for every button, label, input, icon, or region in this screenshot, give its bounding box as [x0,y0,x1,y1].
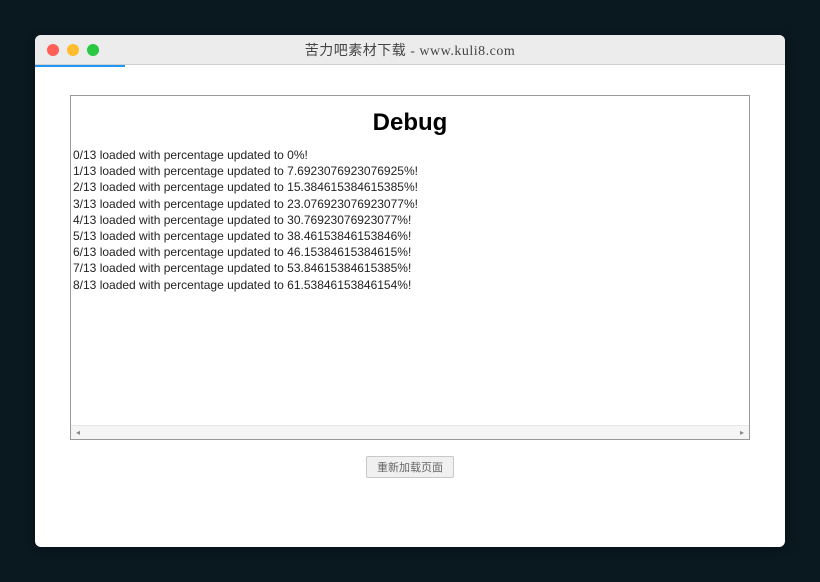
maximize-icon[interactable] [87,44,99,56]
window-title: 苦力吧素材下载 - www.kuli8.com [35,40,785,60]
log-line: 7/13 loaded with percentage updated to 5… [73,260,747,276]
browser-window: 苦力吧素材下载 - www.kuli8.com Debug 0/13 loade… [35,35,785,547]
log-line: 1/13 loaded with percentage updated to 7… [73,163,747,179]
log-line: 2/13 loaded with percentage updated to 1… [73,179,747,195]
log-line: 5/13 loaded with percentage updated to 3… [73,228,747,244]
debug-log: 0/13 loaded with percentage updated to 0… [71,147,749,425]
reload-button[interactable]: 重新加载页面 [366,456,454,478]
log-line: 0/13 loaded with percentage updated to 0… [73,147,747,163]
log-line: 6/13 loaded with percentage updated to 4… [73,244,747,260]
horizontal-scrollbar[interactable]: ◂ ▸ [71,425,749,439]
debug-header: Debug [71,96,749,147]
log-line: 4/13 loaded with percentage updated to 3… [73,212,747,228]
debug-title: Debug [71,109,749,137]
close-icon[interactable] [47,44,59,56]
debug-panel: Debug 0/13 loaded with percentage update… [70,95,750,440]
minimize-icon[interactable] [67,44,79,56]
traffic-lights [35,44,99,56]
content-area: Debug 0/13 loaded with percentage update… [35,67,785,547]
window-titlebar: 苦力吧素材下载 - www.kuli8.com [35,35,785,65]
scroll-left-icon[interactable]: ◂ [71,426,85,440]
log-line: 8/13 loaded with percentage updated to 6… [73,277,747,293]
scroll-right-icon[interactable]: ▸ [735,426,749,440]
log-line: 3/13 loaded with percentage updated to 2… [73,196,747,212]
